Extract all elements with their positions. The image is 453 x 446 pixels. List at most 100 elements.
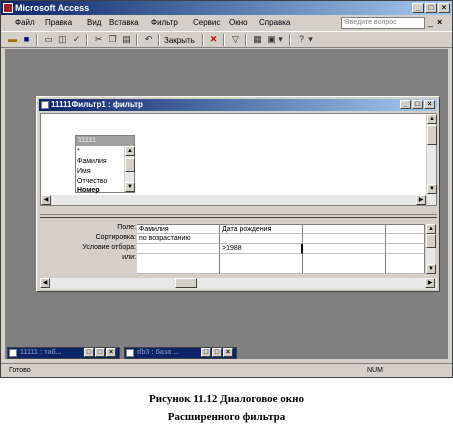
caption-line-1: Рисунок 11.12 Диалоговое окно bbox=[149, 393, 304, 405]
close-button[interactable]: × bbox=[106, 348, 116, 357]
grid-criteria-cell[interactable] bbox=[137, 244, 220, 254]
cut-icon[interactable]: ✂ bbox=[93, 34, 104, 45]
menu-edit[interactable]: Правка bbox=[45, 17, 72, 29]
grid-or-cell[interactable] bbox=[386, 254, 425, 274]
access-logo-icon bbox=[3, 3, 13, 13]
table-window-icon bbox=[9, 349, 17, 357]
scroll-down-icon[interactable]: ▼ bbox=[427, 184, 437, 194]
menu-insert[interactable]: Вставка bbox=[109, 17, 139, 29]
table-pane: 11111 * Фамилия Имя Отчество Номер ▲ ▼ ▲… bbox=[40, 113, 437, 206]
toolbar-separator bbox=[86, 34, 88, 46]
minimized-table-window[interactable]: 11111 : таб... □ □ × bbox=[7, 347, 120, 359]
toolbar-separator bbox=[158, 34, 160, 46]
grid-field-cell[interactable] bbox=[386, 224, 425, 234]
help-question-input[interactable]: Введите вопрос bbox=[341, 17, 425, 29]
chevron-down-icon[interactable]: ▾ bbox=[277, 34, 284, 45]
field-list-item[interactable]: * bbox=[77, 147, 80, 157]
scroll-up-icon[interactable]: ▲ bbox=[426, 224, 436, 234]
toolbar-separator bbox=[202, 34, 204, 46]
spelling-icon[interactable]: ✓ bbox=[71, 34, 82, 45]
grid-or-cell[interactable] bbox=[303, 254, 386, 274]
new-object-icon[interactable]: ▣ bbox=[266, 34, 277, 45]
restore-button[interactable]: □ bbox=[84, 348, 94, 357]
toolbar-separator bbox=[136, 34, 138, 46]
scroll-up-icon[interactable]: ▲ bbox=[427, 114, 437, 124]
menu-bar: Файл Правка Вид Вставка Фильтр Сервис Ок… bbox=[1, 15, 452, 31]
row-label-criteria: Условие отбора: bbox=[82, 244, 136, 251]
database-window-icon bbox=[126, 349, 134, 357]
row-label-field: Поле: bbox=[117, 224, 136, 231]
pane-splitter[interactable] bbox=[40, 214, 437, 218]
scroll-up-icon[interactable]: ▲ bbox=[125, 146, 135, 156]
menu-window[interactable]: Окно bbox=[229, 17, 248, 29]
access-window: Microsoft Access _ □ × Файл Правка Вид В… bbox=[0, 0, 453, 378]
close-toolbar-button[interactable]: Закрыть bbox=[164, 35, 195, 47]
grid-sort-cell[interactable] bbox=[386, 234, 425, 244]
grid-sort-cell[interactable] bbox=[220, 234, 303, 244]
database-window-icon[interactable]: ▦ bbox=[252, 34, 263, 45]
minimize-button[interactable]: _ bbox=[412, 3, 424, 13]
copy-icon[interactable]: ❐ bbox=[107, 34, 118, 45]
scroll-thumb[interactable] bbox=[125, 158, 135, 172]
table-pane-vscroll[interactable]: ▲ ▼ bbox=[426, 114, 437, 205]
menu-tools[interactable]: Сервис bbox=[193, 17, 220, 29]
grid-field-cell[interactable]: Дата рождения bbox=[220, 224, 303, 234]
open-folder-icon[interactable]: ▬ bbox=[7, 34, 18, 45]
grid-field-cell[interactable]: Фамилия bbox=[137, 224, 220, 234]
app-title: Microsoft Access bbox=[15, 3, 90, 13]
status-text: Готово bbox=[9, 367, 31, 374]
scroll-left-icon[interactable]: ◀ bbox=[41, 195, 51, 205]
chevron-down-icon[interactable]: ▾ bbox=[307, 34, 314, 45]
menu-view[interactable]: Вид bbox=[87, 17, 101, 29]
filter-minimize-button[interactable]: _ bbox=[400, 100, 411, 109]
restore-button[interactable]: □ bbox=[201, 348, 211, 357]
save-icon[interactable]: ■ bbox=[21, 34, 32, 45]
scroll-thumb[interactable] bbox=[175, 278, 197, 288]
doc-minimize-button[interactable]: _ bbox=[428, 17, 433, 28]
scroll-thumb[interactable] bbox=[426, 234, 436, 248]
scroll-down-icon[interactable]: ▼ bbox=[426, 264, 436, 274]
grid-sort-cell[interactable]: по возрастанию bbox=[137, 234, 220, 244]
grid-field-cell[interactable] bbox=[303, 224, 386, 234]
field-list-scrollbar[interactable]: ▲ ▼ bbox=[124, 146, 135, 192]
grid-criteria-cell[interactable]: >1988 bbox=[220, 244, 303, 254]
maximize-button[interactable]: □ bbox=[212, 348, 222, 357]
maximize-button[interactable]: □ bbox=[95, 348, 105, 357]
menu-filter[interactable]: Фильтр bbox=[151, 17, 178, 29]
scroll-right-icon[interactable]: ▶ bbox=[425, 278, 435, 288]
table-pane-hscroll[interactable]: ◀ ▶ bbox=[41, 195, 426, 205]
print-icon[interactable]: ▭ bbox=[43, 34, 54, 45]
print-preview-icon[interactable]: ◫ bbox=[57, 34, 68, 45]
toolbar-separator bbox=[289, 34, 291, 46]
close-button[interactable]: × bbox=[223, 348, 233, 357]
undo-icon[interactable]: ↶ bbox=[143, 34, 154, 45]
grid-or-cell[interactable] bbox=[137, 254, 220, 274]
field-list-item[interactable]: Фамилия bbox=[77, 157, 107, 167]
grid-criteria-cell[interactable] bbox=[386, 244, 425, 254]
grid-hscroll[interactable]: ◀ ▶ bbox=[40, 278, 437, 289]
menu-file[interactable]: Файл bbox=[15, 17, 35, 29]
scroll-right-icon[interactable]: ▶ bbox=[416, 195, 426, 205]
field-list-item[interactable]: Имя bbox=[77, 167, 91, 177]
menu-help[interactable]: Справка bbox=[259, 17, 290, 29]
filter-window-title: 11111Фильтр1 : фильтр bbox=[51, 100, 143, 109]
doc-close-icon[interactable]: × bbox=[437, 17, 442, 28]
filter-close-button[interactable]: × bbox=[424, 100, 435, 109]
paste-icon[interactable]: ▤ bbox=[121, 34, 132, 45]
scroll-down-icon[interactable]: ▼ bbox=[125, 182, 135, 192]
grid-row-labels: Поле: Сортировка: Условие отбора: или: bbox=[40, 223, 136, 269]
grid-vscroll[interactable]: ▲ ▼ bbox=[425, 224, 436, 274]
apply-filter-icon[interactable]: ▽ bbox=[230, 34, 241, 45]
close-button[interactable]: × bbox=[438, 3, 450, 13]
delete-icon[interactable]: ✕ bbox=[208, 34, 219, 45]
maximize-button[interactable]: □ bbox=[425, 3, 437, 13]
minimized-database-window[interactable]: db3 : база ... □ □ × bbox=[124, 347, 237, 359]
grid-or-cell[interactable] bbox=[220, 254, 303, 274]
scroll-left-icon[interactable]: ◀ bbox=[40, 278, 50, 288]
grid-criteria-cell[interactable] bbox=[303, 244, 386, 254]
help-icon[interactable]: ? bbox=[296, 34, 307, 45]
filter-maximize-button[interactable]: □ bbox=[412, 100, 423, 109]
grid-sort-cell[interactable] bbox=[303, 234, 386, 244]
filter-window: 11111Фильтр1 : фильтр _ □ × 11111 * Фами… bbox=[36, 96, 440, 292]
scroll-thumb[interactable] bbox=[427, 125, 437, 145]
